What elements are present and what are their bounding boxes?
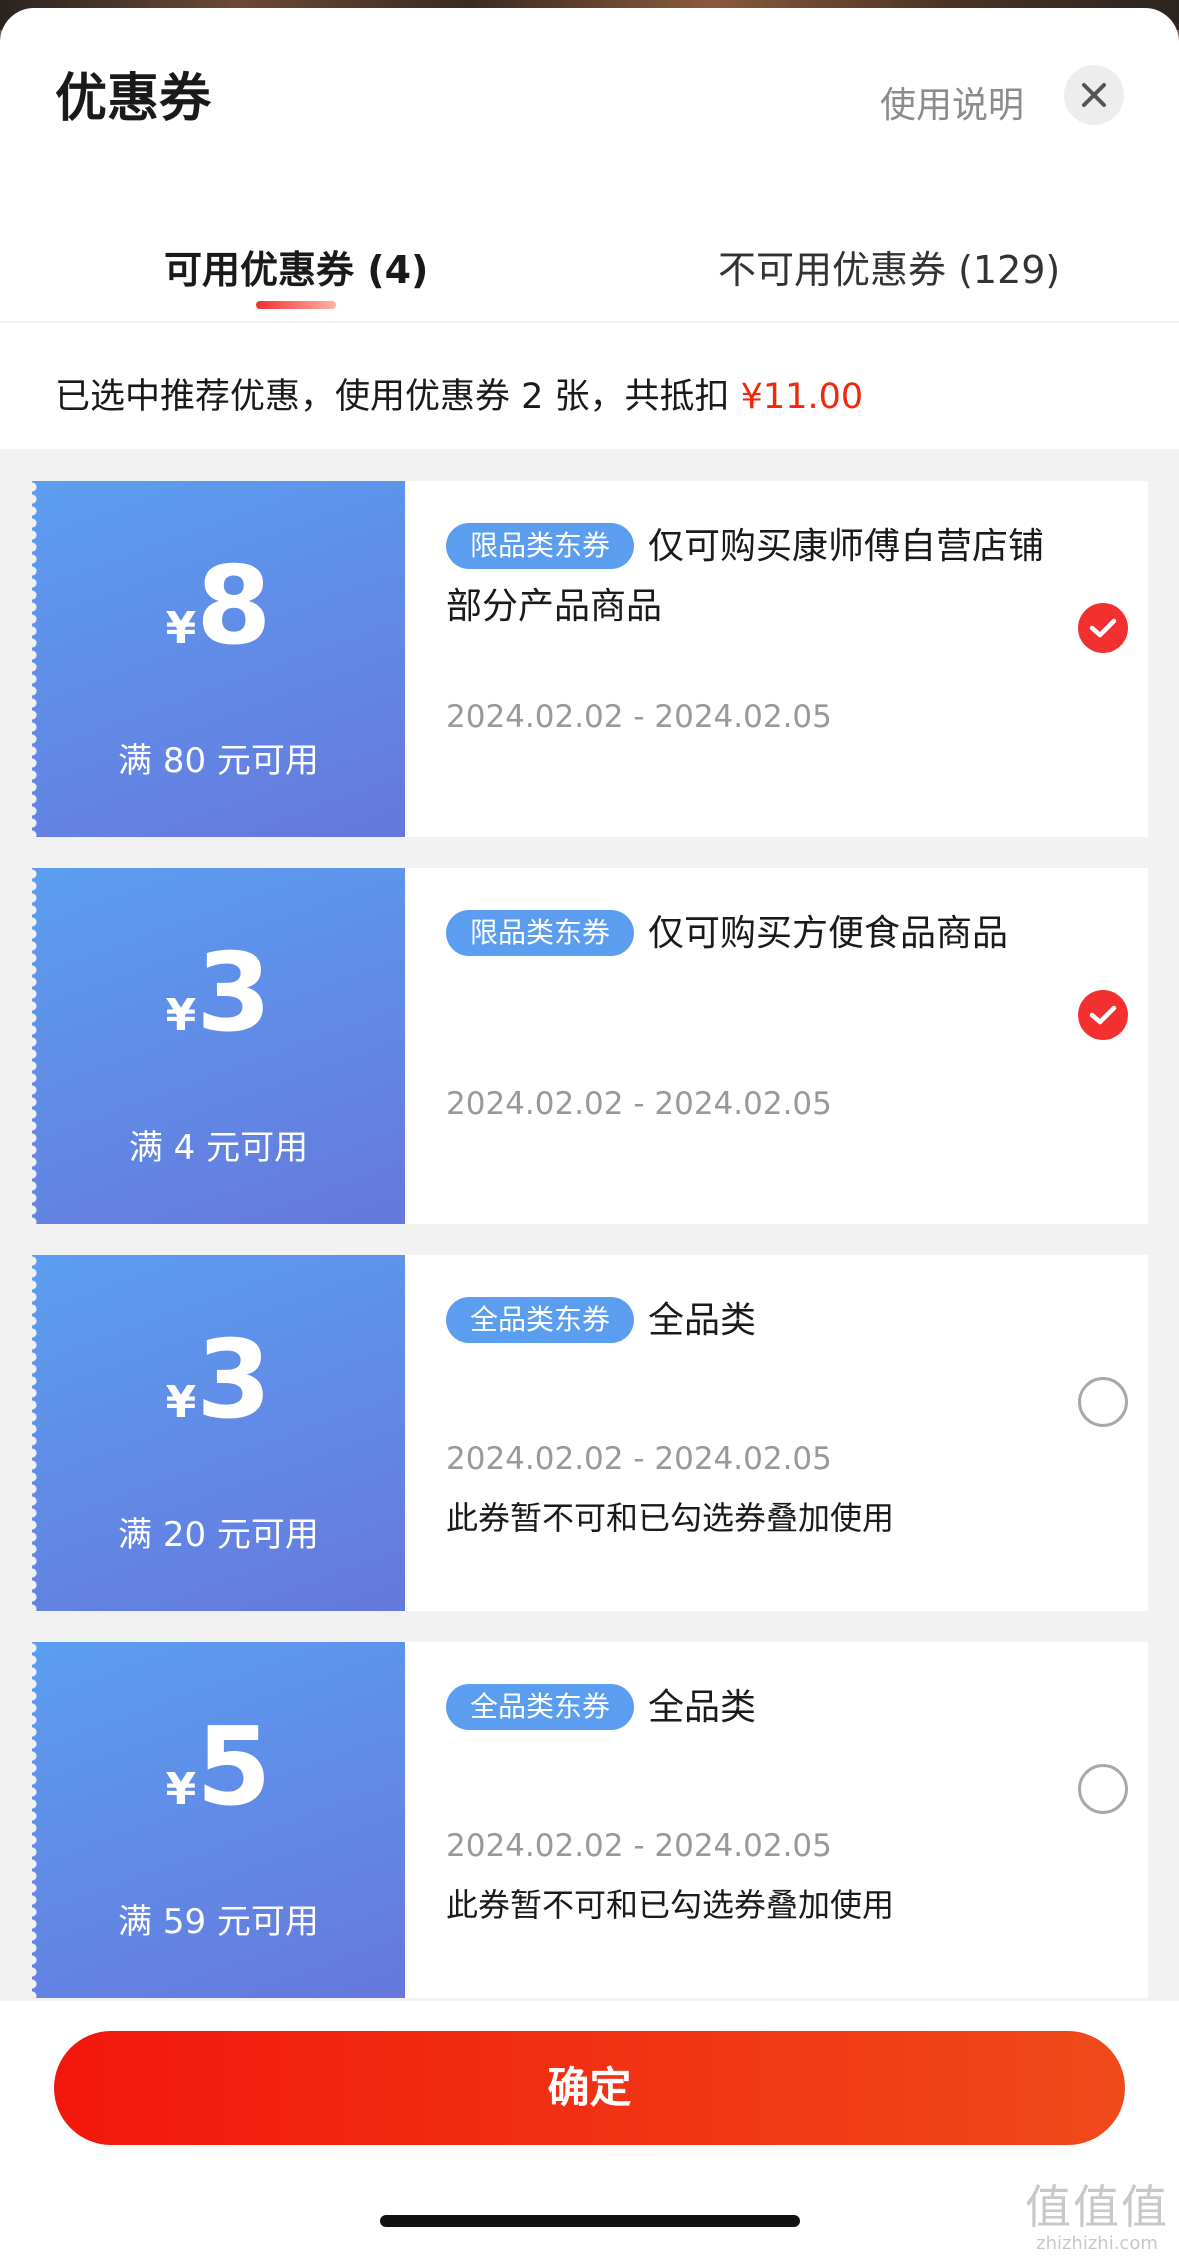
coupon-scope-text: 全品类: [648, 1687, 757, 1728]
coupon-amount-value: 8: [196, 544, 272, 669]
coupon-card[interactable]: ¥3 满 4 元可用 限品类东券 仅可购买方便食品商品 2024.02.02 - …: [32, 868, 1148, 1224]
currency-symbol: ¥: [165, 603, 197, 654]
coupon-condition: 满 20 元可用: [118, 1515, 319, 1555]
currency-symbol: ¥: [165, 1377, 197, 1428]
currency-symbol: ¥: [165, 1764, 197, 1815]
confirm-button[interactable]: 确定: [54, 2031, 1125, 2145]
coupon-detail: 全品类东券 全品类 2024.02.02 - 2024.02.05 此券暂不可和已…: [405, 1642, 1148, 1998]
summary-amount: ¥11.00: [740, 377, 864, 417]
watermark-site: zhizhizhi.com: [1036, 2233, 1158, 2254]
coupon-type-badge: 限品类东券: [446, 523, 635, 569]
coupon-tabs: 可用优惠券 (4) 不可用优惠券 (129): [0, 203, 1179, 323]
footer: 确定 值值值 zhizhizhi.com: [0, 2001, 1179, 2258]
home-indicator[interactable]: [380, 2215, 800, 2227]
coupon-description: 限品类东券 仅可购买康师傅自营店铺部分产品商品: [446, 517, 1046, 637]
coupon-description: 全品类东券 全品类: [446, 1291, 1046, 1351]
coupon-value-panel: ¥3 满 20 元可用: [32, 1255, 405, 1611]
currency-symbol: ¥: [165, 990, 197, 1041]
summary-text: 已选中推荐优惠，使用优惠券 2 张，共抵扣: [55, 377, 741, 417]
coupon-select-checkbox[interactable]: [1078, 603, 1128, 653]
tab-unavailable-coupons[interactable]: 不可用优惠券 (129): [718, 239, 1060, 294]
coupon-type-badge: 限品类东券: [446, 910, 635, 956]
coupon-description: 限品类东券 仅可购买方便食品商品: [446, 904, 1046, 964]
coupon-date-range: 2024.02.02 - 2024.02.05: [446, 1086, 832, 1122]
coupon-amount-value: 5: [196, 1705, 272, 1830]
tab-available-coupons[interactable]: 可用优惠券 (4): [164, 239, 428, 294]
coupon-select-checkbox[interactable]: [1078, 990, 1128, 1040]
coupon-description: 全品类东券 全品类: [446, 1678, 1046, 1738]
coupon-amount-value: 3: [196, 1318, 272, 1443]
coupon-condition: 满 59 元可用: [118, 1902, 319, 1942]
coupon-scope-text: 仅可购买方便食品商品: [648, 913, 1009, 954]
coupon-amount: ¥5: [32, 1714, 405, 1822]
coupon-value-panel: ¥3 满 4 元可用: [32, 868, 405, 1224]
coupon-select-checkbox[interactable]: [1078, 1377, 1128, 1427]
coupon-type-badge: 全品类东券: [446, 1684, 635, 1730]
coupon-scope-text: 全品类: [648, 1300, 757, 1341]
usage-help-link[interactable]: 使用说明: [880, 76, 1024, 128]
coupon-condition: 满 4 元可用: [128, 1128, 309, 1168]
coupon-amount: ¥8: [32, 553, 405, 661]
selection-summary: 已选中推荐优惠，使用优惠券 2 张，共抵扣 ¥11.00: [55, 368, 863, 419]
coupon-sheet: 优惠券 使用说明 可用优惠券 (4) 不可用优惠券 (129) 已选中推荐优惠，…: [0, 8, 1179, 2258]
coupon-list[interactable]: ¥8 满 80 元可用 限品类东券 仅可购买康师傅自营店铺部分产品商品 2024.…: [0, 449, 1179, 2009]
watermark: 值值值 zhizhizhi.com: [1025, 2171, 1169, 2254]
checkmark-icon: [1089, 618, 1117, 638]
coupon-card[interactable]: ¥8 满 80 元可用 限品类东券 仅可购买康师傅自营店铺部分产品商品 2024.…: [32, 481, 1148, 837]
coupon-value-panel: ¥5 满 59 元可用: [32, 1642, 405, 1998]
coupon-date-range: 2024.02.02 - 2024.02.05: [446, 1828, 832, 1864]
close-icon: [1082, 83, 1106, 107]
coupon-amount: ¥3: [32, 1327, 405, 1435]
coupon-detail: 限品类东券 仅可购买方便食品商品 2024.02.02 - 2024.02.05: [405, 868, 1148, 1224]
coupon-detail: 限品类东券 仅可购买康师傅自营店铺部分产品商品 2024.02.02 - 2024…: [405, 481, 1148, 837]
coupon-condition: 满 80 元可用: [118, 741, 319, 781]
coupon-detail: 全品类东券 全品类 2024.02.02 - 2024.02.05 此券暂不可和已…: [405, 1255, 1148, 1611]
coupon-type-badge: 全品类东券: [446, 1297, 635, 1343]
watermark-logo: 值值值: [1025, 2180, 1169, 2234]
active-tab-indicator: [256, 301, 336, 309]
coupon-value-panel: ¥8 满 80 元可用: [32, 481, 405, 837]
coupon-stacking-note: 此券暂不可和已勾选券叠加使用: [446, 1499, 895, 1537]
coupon-select-checkbox[interactable]: [1078, 1764, 1128, 1814]
page-title: 优惠券: [55, 69, 212, 129]
checkmark-icon: [1089, 1005, 1117, 1025]
coupon-date-range: 2024.02.02 - 2024.02.05: [446, 1441, 832, 1477]
coupon-date-range: 2024.02.02 - 2024.02.05: [446, 699, 832, 735]
coupon-amount-value: 3: [196, 931, 272, 1056]
coupon-stacking-note: 此券暂不可和已勾选券叠加使用: [446, 1886, 895, 1924]
close-button[interactable]: [1064, 65, 1124, 125]
coupon-amount: ¥3: [32, 940, 405, 1048]
coupon-card[interactable]: ¥5 满 59 元可用 全品类东券 全品类 2024.02.02 - 2024.0…: [32, 1642, 1148, 1998]
coupon-card[interactable]: ¥3 满 20 元可用 全品类东券 全品类 2024.02.02 - 2024.0…: [32, 1255, 1148, 1611]
